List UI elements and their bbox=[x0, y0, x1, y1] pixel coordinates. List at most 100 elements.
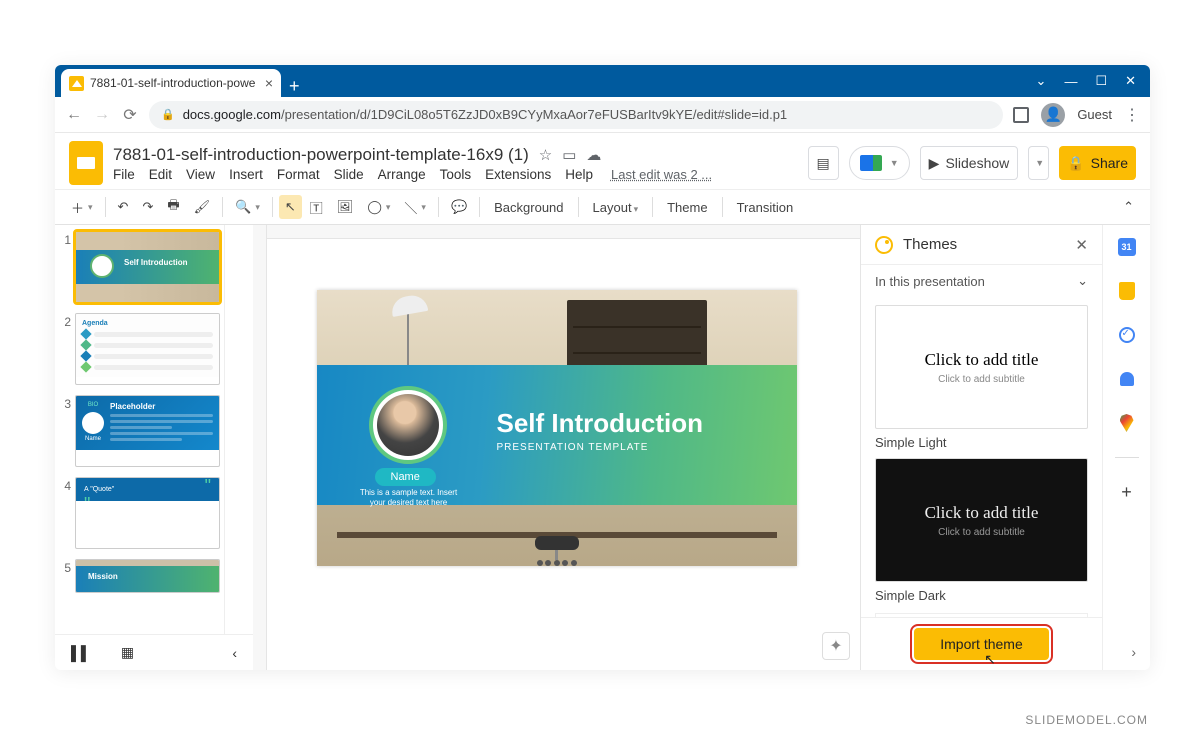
forward-icon[interactable]: → bbox=[93, 106, 111, 124]
ruler-vertical bbox=[253, 225, 267, 670]
import-theme-button[interactable]: Import theme ↖ bbox=[914, 628, 1048, 660]
toolbar: ＋▾ ↶ ↷ 🖶 🖌 🔍▾ ↖ 🅃 🖼 ◯▾ ＼▾ 💬 Background L… bbox=[55, 189, 1150, 225]
themes-icon bbox=[875, 236, 893, 254]
menu-view[interactable]: View bbox=[186, 167, 215, 182]
themes-panel-title: Themes bbox=[903, 236, 1065, 253]
reading-list-icon[interactable] bbox=[1013, 107, 1029, 123]
addons-icon[interactable]: + bbox=[1117, 482, 1137, 502]
print-icon[interactable]: 🖶 bbox=[161, 192, 185, 222]
lock-icon: 🔒 bbox=[161, 108, 175, 121]
layout-button[interactable]: Layout▾ bbox=[585, 196, 647, 219]
tab-strip: 7881-01-self-introduction-powe × + bbox=[61, 65, 300, 97]
paint-format-icon[interactable]: 🖌 bbox=[188, 195, 217, 219]
minimize-icon[interactable]: ― bbox=[1064, 74, 1077, 89]
browser-tab[interactable]: 7881-01-self-introduction-powe × bbox=[61, 69, 281, 97]
chevron-down-icon: ⌄ bbox=[1077, 273, 1088, 289]
new-slide-button[interactable]: ＋▾ bbox=[65, 194, 99, 221]
menu-arrange[interactable]: Arrange bbox=[378, 167, 426, 182]
slide-filmstrip[interactable]: 1 Self Introduction 2 Agenda bbox=[55, 225, 225, 634]
slide-canvas[interactable]: Name This is a sample text. Insert your … bbox=[317, 290, 797, 566]
menu-edit[interactable]: Edit bbox=[149, 167, 172, 182]
chevron-down-icon[interactable]: ⌄ bbox=[1036, 73, 1047, 89]
undo-icon[interactable]: ↶ bbox=[112, 195, 135, 219]
contacts-icon[interactable] bbox=[1117, 369, 1137, 389]
theme-button[interactable]: Theme bbox=[659, 196, 715, 219]
menu-slide[interactable]: Slide bbox=[334, 167, 364, 182]
menu-file[interactable]: File bbox=[113, 167, 135, 182]
reload-icon[interactable]: ⟳ bbox=[121, 105, 139, 125]
menu-tools[interactable]: Tools bbox=[440, 167, 472, 182]
address-bar-right: 👤 Guest ⋮ bbox=[1013, 103, 1140, 127]
theme-card-simple-dark[interactable]: Click to add title Click to add subtitle bbox=[875, 458, 1088, 582]
slide-title: Self Introduction bbox=[497, 408, 704, 439]
tab-title: 7881-01-self-introduction-powe bbox=[90, 76, 259, 90]
slide-number: 5 bbox=[59, 559, 71, 575]
select-tool-icon[interactable]: ↖ bbox=[279, 195, 302, 219]
filmstrip-view-toggle: ▌▌ ▦ ‹ bbox=[55, 634, 253, 670]
close-panel-icon[interactable]: ✕ bbox=[1075, 236, 1088, 254]
doc-info: 7881-01-self-introduction-powerpoint-tem… bbox=[113, 145, 798, 182]
background-button[interactable]: Background bbox=[486, 196, 571, 219]
slide-thumb-2[interactable]: Agenda bbox=[75, 313, 220, 385]
theme-card-simple-light[interactable]: Click to add title Click to add subtitle bbox=[875, 305, 1088, 429]
grid-view-icon[interactable]: ▦ bbox=[121, 644, 134, 661]
name-pill: Name bbox=[375, 468, 436, 486]
close-window-icon[interactable]: ✕ bbox=[1125, 73, 1136, 89]
shape-icon[interactable]: ◯▾ bbox=[361, 195, 396, 219]
expand-side-panel-icon[interactable]: › bbox=[1131, 644, 1136, 660]
filmstrip-view-icon[interactable]: ▌▌ bbox=[71, 645, 91, 661]
slide-number: 2 bbox=[59, 313, 71, 329]
slide-thumb-4[interactable]: A "Quote" " " bbox=[75, 477, 220, 549]
share-button[interactable]: 🔒 Share bbox=[1059, 146, 1136, 180]
meet-icon bbox=[860, 155, 882, 171]
tasks-icon[interactable] bbox=[1117, 325, 1137, 345]
back-icon[interactable]: ← bbox=[65, 106, 83, 124]
sample-text: This is a sample text. Insert your desir… bbox=[359, 488, 459, 509]
cloud-status-icon[interactable]: ☁ bbox=[586, 146, 601, 164]
slideshow-button[interactable]: ▶ Slideshow bbox=[920, 146, 1019, 180]
image-icon[interactable]: 🖼 bbox=[331, 195, 360, 219]
maps-icon[interactable] bbox=[1117, 413, 1137, 433]
slide-thumb-1[interactable]: Self Introduction bbox=[75, 231, 220, 303]
browser-window: 7881-01-self-introduction-powe × + ⌄ ― ☐… bbox=[55, 65, 1150, 670]
line-icon[interactable]: ＼▾ bbox=[398, 194, 432, 221]
theme-label: Simple Dark bbox=[875, 588, 1088, 603]
themes-panel: Themes ✕ In this presentation ⌄ Click to… bbox=[860, 225, 1102, 670]
comment-icon[interactable]: 💬 bbox=[445, 195, 473, 219]
browser-menu-icon[interactable]: ⋮ bbox=[1124, 105, 1140, 125]
menu-format[interactable]: Format bbox=[277, 167, 320, 182]
side-panel: 31 + › bbox=[1102, 225, 1150, 670]
move-icon[interactable]: ▭ bbox=[562, 146, 576, 164]
new-tab-button[interactable]: + bbox=[289, 76, 300, 97]
slide-thumb-3[interactable]: BIO Name Placeholder bbox=[75, 395, 220, 467]
explore-button[interactable]: ✦ bbox=[822, 632, 850, 660]
menu-help[interactable]: Help bbox=[565, 167, 593, 182]
tab-close-icon[interactable]: × bbox=[265, 75, 273, 91]
menu-extensions[interactable]: Extensions bbox=[485, 167, 551, 182]
slide-canvas-area[interactable]: Name This is a sample text. Insert your … bbox=[253, 225, 860, 670]
collapse-toolbar-icon[interactable]: ⌃ bbox=[1117, 195, 1140, 219]
slideshow-dropdown[interactable]: ▼ bbox=[1028, 146, 1049, 180]
url-field[interactable]: 🔒 docs.google.com/presentation/d/1D9CiL0… bbox=[149, 101, 1003, 129]
maximize-icon[interactable]: ☐ bbox=[1095, 73, 1107, 89]
address-bar: ← → ⟳ 🔒 docs.google.com/presentation/d/1… bbox=[55, 97, 1150, 133]
textbox-icon[interactable]: 🅃 bbox=[304, 194, 329, 221]
keep-icon[interactable] bbox=[1117, 281, 1137, 301]
menu-insert[interactable]: Insert bbox=[229, 167, 263, 182]
collapse-filmstrip-icon[interactable]: ‹ bbox=[232, 645, 237, 661]
redo-icon[interactable]: ↷ bbox=[136, 195, 159, 219]
doc-title[interactable]: 7881-01-self-introduction-powerpoint-tem… bbox=[113, 145, 529, 165]
slide-thumb-5[interactable]: Mission bbox=[75, 559, 220, 593]
cursor-icon: ↖ bbox=[984, 651, 996, 668]
calendar-icon[interactable]: 31 bbox=[1117, 237, 1137, 257]
google-slides-logo-icon[interactable] bbox=[69, 141, 103, 185]
profile-avatar[interactable]: 👤 bbox=[1041, 103, 1065, 127]
last-edit-link[interactable]: Last edit was 2 ... bbox=[611, 167, 712, 182]
transition-button[interactable]: Transition bbox=[729, 196, 802, 219]
comments-button[interactable]: ▤ bbox=[808, 146, 839, 180]
star-icon[interactable]: ☆ bbox=[539, 146, 552, 164]
menu-bar: File Edit View Insert Format Slide Arran… bbox=[113, 167, 798, 182]
meet-button[interactable]: ▼ bbox=[849, 146, 910, 180]
zoom-button[interactable]: 🔍▾ bbox=[229, 195, 266, 219]
themes-section-header[interactable]: In this presentation ⌄ bbox=[861, 265, 1102, 297]
